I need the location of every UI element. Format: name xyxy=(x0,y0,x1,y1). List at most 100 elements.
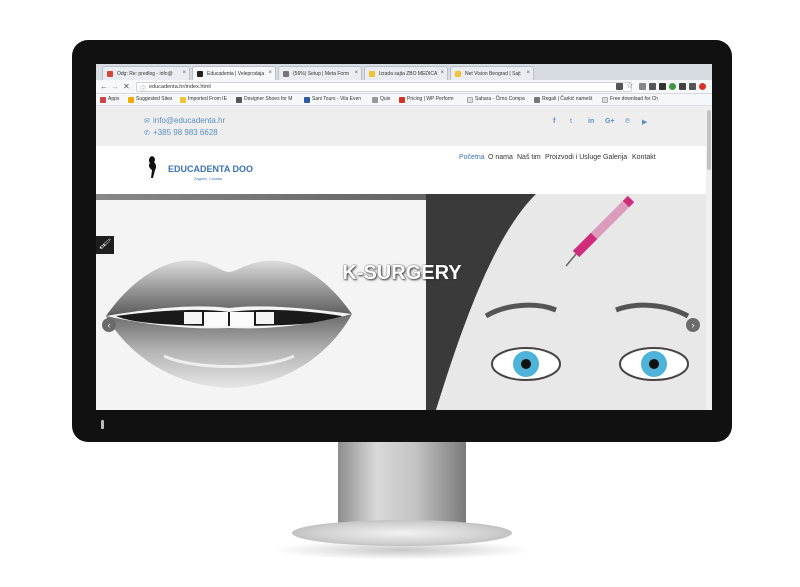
apps-icon xyxy=(100,97,106,103)
info-icon: ⓘ xyxy=(140,87,147,93)
phone-text: +385 98 983 6628 xyxy=(153,128,218,137)
tab-setup[interactable]: (56%) Setup | Meta Form × xyxy=(278,66,362,80)
page-icon xyxy=(372,97,378,103)
site-favicon-icon xyxy=(197,71,203,77)
hero-slider: K-SURGERY ‹ › xyxy=(96,194,706,410)
web-page: ✉ info@educadenta.hr ✆ +385 98 983 6628 f … xyxy=(96,106,712,410)
google-plus-icon[interactable]: G+ xyxy=(605,118,615,125)
bookmark-sani-tours[interactable]: Sani Tours - Vila Even xyxy=(304,96,362,103)
email-text: info@educadenta.hr xyxy=(153,116,226,125)
bookmark-designer-shoes[interactable]: Designer Shoes for M xyxy=(236,96,293,103)
tab-label: Odg: Re: predlog - info@ xyxy=(117,71,173,77)
star-icon[interactable]: ☆ xyxy=(626,81,633,91)
close-icon[interactable]: × xyxy=(354,70,358,76)
page-icon xyxy=(399,97,405,103)
slider-next-button[interactable]: › xyxy=(686,318,700,332)
close-icon[interactable]: × xyxy=(268,70,272,76)
browser-window: Odg: Re: predlog - info@ × Educadenta | … xyxy=(96,64,712,410)
address-bar-row: ← → ✕ ⓘ educadenta.hr/index.html ☆ xyxy=(96,80,712,94)
extension-icon[interactable] xyxy=(679,83,686,90)
bookmark-free-download[interactable]: Free download for Ch xyxy=(602,96,658,103)
scroll-thumb[interactable] xyxy=(707,110,711,170)
logo-figure-icon[interactable] xyxy=(146,156,160,178)
extension-icon[interactable] xyxy=(639,83,646,90)
tab-educadenta[interactable]: Educadenta | Veleprodaja × xyxy=(192,66,276,80)
bookmark-regali[interactable]: Regali | Čarkić namešt xyxy=(534,96,593,103)
youtube-icon[interactable]: ▶ xyxy=(642,118,647,126)
stop-icon[interactable]: ✕ xyxy=(123,82,130,92)
monitor-stand-neck xyxy=(338,441,466,527)
bookmark-imported[interactable]: Imported From IE xyxy=(180,96,227,103)
bookmark-pricing[interactable]: Pricing | WP Perform xyxy=(399,96,454,103)
url-text: educadenta.hr/index.html xyxy=(149,84,211,90)
bookmark-label: Pricing | WP Perform xyxy=(407,96,454,102)
close-icon[interactable]: × xyxy=(526,70,530,76)
bookmark-label: Apps xyxy=(108,96,120,102)
close-icon[interactable]: × xyxy=(182,70,186,76)
extension-icon[interactable] xyxy=(659,83,666,90)
forward-icon[interactable]: → xyxy=(111,82,119,92)
tab-label: Educadenta | Veleprodaja xyxy=(207,71,265,77)
tab-netvision[interactable]: Net Vision Beograd | Sajt × xyxy=(450,66,534,80)
bookmark-label: Designer Shoes for M xyxy=(244,96,293,102)
brand-location: Zagreb, Croatia xyxy=(194,176,222,181)
page-favicon-icon xyxy=(369,71,375,77)
brand-name[interactable]: EDUCADENTA DOO xyxy=(168,164,253,174)
bookmark-label: Sahara - Čimo Compa xyxy=(475,96,525,102)
page-icon xyxy=(236,97,242,103)
nav-item-kontakt[interactable]: Kontakt xyxy=(632,154,656,161)
gmail-icon xyxy=(107,71,113,77)
facebook-icon[interactable]: f xyxy=(553,118,555,125)
bookmark-sahara[interactable]: Sahara - Čimo Compa xyxy=(467,96,525,103)
tab-label: Net Vision Beograd | Sajt xyxy=(465,71,521,77)
phone-icon: ✆ xyxy=(144,130,150,137)
nav-item-o-nama[interactable]: O nama xyxy=(488,154,513,161)
paintbrush-icon[interactable]: 🖌 xyxy=(96,236,114,254)
phone-link[interactable]: ✆ +385 98 983 6628 xyxy=(144,128,218,137)
nav-item-proizvodi[interactable]: Proizvodi i Usluge xyxy=(545,154,601,161)
page-icon xyxy=(602,97,608,103)
contact-bar: ✉ info@educadenta.hr ✆ +385 98 983 6628 f … xyxy=(96,106,706,146)
extension-icon[interactable] xyxy=(669,83,676,90)
power-indicator xyxy=(101,420,104,429)
page-icon xyxy=(304,97,310,103)
bookmark-label: Sani Tours - Vila Even xyxy=(312,96,362,102)
monitor-stand-base xyxy=(292,520,512,546)
bookmark-label: Regali | Čarkić namešt xyxy=(542,96,593,102)
pinterest-icon[interactable]: ℗ xyxy=(625,118,630,125)
twitter-icon[interactable]: t xyxy=(570,118,572,125)
bookmarks-bar: Apps Suggested Sites Imported From IE De… xyxy=(96,94,712,106)
linkedin-icon[interactable]: in xyxy=(588,118,594,125)
email-link[interactable]: ✉ info@educadenta.hr xyxy=(144,116,225,125)
bookmark-label: Quix xyxy=(380,96,391,102)
translate-icon[interactable] xyxy=(616,83,623,90)
page-scrollbar[interactable] xyxy=(706,106,712,410)
nav-item-nas-tim[interactable]: Naš tim xyxy=(517,154,541,161)
bookmark-label: Suggested Sites xyxy=(136,96,173,102)
back-icon[interactable]: ← xyxy=(100,82,108,92)
bookmark-label: Imported From IE xyxy=(188,96,227,102)
extension-icon[interactable] xyxy=(699,83,706,90)
tab-gmail[interactable]: Odg: Re: predlog - info@ × xyxy=(102,66,190,80)
hero-title: K-SURGERY xyxy=(342,262,462,284)
nav-item-pocetna[interactable]: Početna xyxy=(459,154,485,161)
page-icon xyxy=(467,97,473,103)
tab-strip: Odg: Re: predlog - info@ × Educadenta | … xyxy=(96,64,712,80)
folder-icon xyxy=(180,97,186,103)
bookmark-quix[interactable]: Quix xyxy=(372,96,391,103)
envelope-icon: ✉ xyxy=(144,118,150,125)
page-favicon-icon xyxy=(455,71,461,77)
tab-izrada[interactable]: Izrada sajta ZBO MEDICA × xyxy=(364,66,448,80)
extension-icon[interactable] xyxy=(649,83,656,90)
url-input[interactable]: ⓘ educadenta.hr/index.html xyxy=(136,82,632,93)
bookmark-apps[interactable]: Apps xyxy=(100,96,120,103)
site-header: EDUCADENTA DOO Zagreb, Croatia Početna O… xyxy=(96,146,706,194)
monitor-scene: Odg: Re: predlog - info@ × Educadenta | … xyxy=(0,0,800,587)
page-icon xyxy=(534,97,540,103)
extension-icon[interactable] xyxy=(689,83,696,90)
close-icon[interactable]: × xyxy=(440,70,444,76)
bookmark-suggested-sites[interactable]: Suggested Sites xyxy=(128,96,173,103)
nav-item-galerija[interactable]: Galerija xyxy=(603,154,627,161)
face-image xyxy=(426,194,706,410)
slider-prev-button[interactable]: ‹ xyxy=(102,318,116,332)
